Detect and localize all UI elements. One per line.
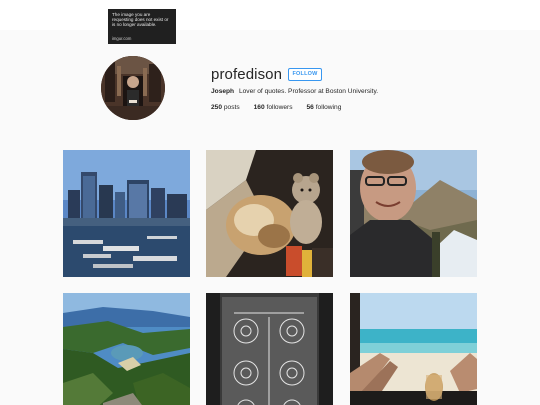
stat-followers-label: followers [266, 104, 293, 111]
profile-display-name: Joseph [211, 88, 235, 95]
post-tile-beach[interactable] [350, 293, 477, 405]
post-tile-coastline[interactable] [63, 293, 190, 405]
notice-source: imgur.com [112, 35, 132, 41]
follow-button[interactable]: FOLLOW [288, 68, 322, 81]
profile-stats: 250 posts 160 followers 56 following [211, 104, 341, 111]
stat-following-count: 56 [306, 104, 314, 111]
post-tile-patent-drawing[interactable] [206, 293, 333, 405]
stat-posts-label: posts [223, 104, 240, 111]
profile-username: profedison [211, 66, 283, 83]
profile-bio-text: Lover of quotes. Professor at Boston Uni… [238, 88, 379, 95]
post-tile-dog-teddy[interactable] [206, 150, 333, 277]
stat-following[interactable]: 56 following [307, 104, 342, 111]
stat-posts[interactable]: 250 posts [211, 104, 240, 111]
missing-image-notice: The image you are requesting does not ex… [108, 9, 176, 44]
notice-message: The image you are requesting does not ex… [112, 12, 169, 28]
avatar[interactable] [101, 56, 165, 120]
post-tile-selfie[interactable] [350, 150, 477, 277]
stat-followers-count: 160 [253, 104, 265, 111]
profile-bio: Joseph Lover of quotes. Professor at Bos… [211, 88, 378, 95]
post-tile-city-waterfront[interactable] [63, 150, 190, 277]
stat-followers[interactable]: 160 followers [254, 104, 293, 111]
stat-posts-count: 250 [211, 104, 223, 111]
stat-following-label: following [315, 104, 342, 111]
top-bar [0, 0, 540, 30]
